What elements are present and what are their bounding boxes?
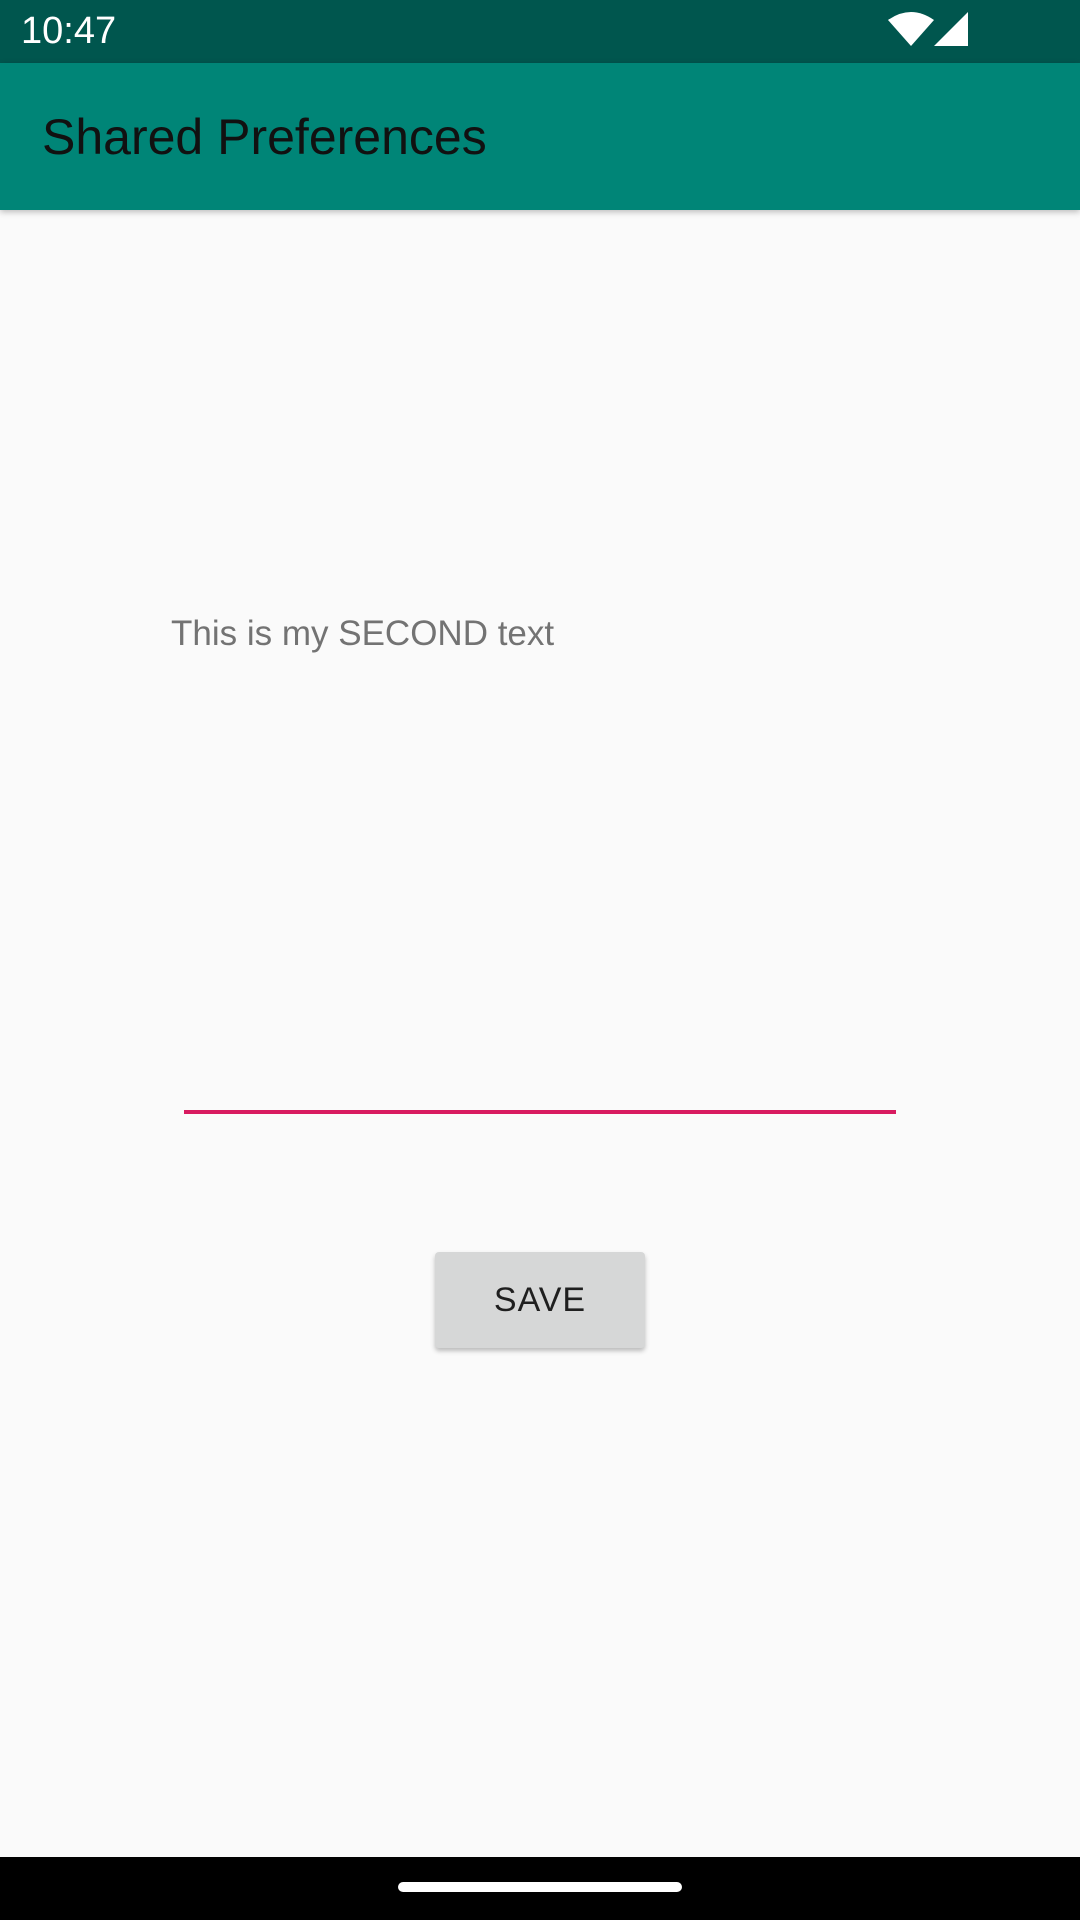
status-bar: 10:47 <box>0 0 1080 63</box>
app-title: Shared Preferences <box>42 109 487 165</box>
status-time: 10:47 <box>21 10 117 52</box>
wifi-icon <box>888 12 934 46</box>
home-handle[interactable] <box>398 1882 682 1892</box>
screen: 10:47 Shared Preferences This is my SECO… <box>0 0 1080 1920</box>
app-bar: Shared Preferences <box>0 63 1080 210</box>
save-button[interactable]: SAVE <box>435 1252 645 1348</box>
saved-text-label: This is my SECOND text <box>171 614 555 653</box>
signal-icon <box>934 12 968 46</box>
main-content: This is my SECOND text SAVE <box>0 210 1080 1857</box>
navigation-bar <box>0 1857 1080 1920</box>
text-input[interactable] <box>184 1110 896 1114</box>
